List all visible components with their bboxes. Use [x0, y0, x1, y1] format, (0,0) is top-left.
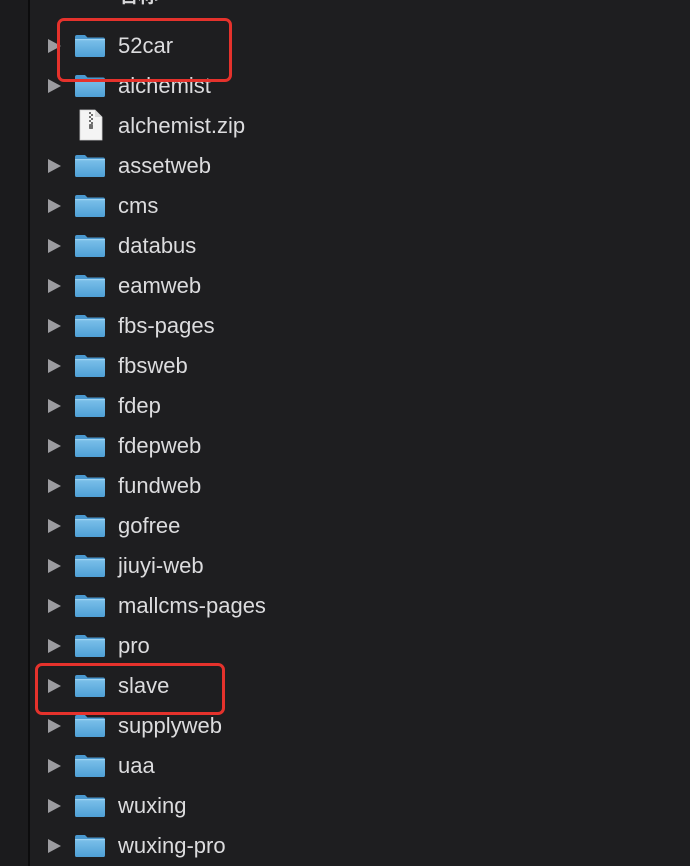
- file-row[interactable]: cms: [30, 185, 690, 225]
- folder-icon: [74, 354, 106, 378]
- file-row[interactable]: alchemist: [30, 65, 690, 105]
- disclosure-triangle-icon[interactable]: [48, 479, 61, 493]
- file-row[interactable]: assetweb: [30, 145, 690, 185]
- folder-icon: [74, 794, 106, 818]
- file-row[interactable]: gofree: [30, 505, 690, 545]
- file-row[interactable]: mallcms-pages: [30, 585, 690, 625]
- file-row[interactable]: slave: [30, 665, 690, 705]
- file-row[interactable]: fbsweb: [30, 345, 690, 385]
- file-name: pro: [118, 633, 150, 658]
- file-row[interactable]: fundweb: [30, 465, 690, 505]
- file-row[interactable]: fbs-pages: [30, 305, 690, 345]
- disclosure-triangle-icon[interactable]: [48, 199, 61, 213]
- file-name: alchemist: [118, 73, 211, 98]
- disclosure-triangle-icon[interactable]: [48, 519, 61, 533]
- disclosure-triangle-icon[interactable]: [48, 239, 61, 253]
- file-row[interactable]: 52car: [30, 25, 690, 65]
- folder-icon: [74, 434, 106, 458]
- column-header[interactable]: 名称 ^: [30, 0, 690, 6]
- folder-icon: [74, 34, 106, 58]
- file-name: assetweb: [118, 153, 211, 178]
- folder-icon: [74, 274, 106, 298]
- folder-icon: [74, 194, 106, 218]
- disclosure-triangle-icon[interactable]: [48, 79, 61, 93]
- disclosure-triangle-icon[interactable]: [48, 159, 61, 173]
- file-list: 52car alchemist alchemist.zip assetweb cms da…: [30, 25, 690, 865]
- disclosure-triangle-icon[interactable]: [48, 599, 61, 613]
- file-row[interactable]: jiuyi-web: [30, 545, 690, 585]
- folder-icon: [74, 154, 106, 178]
- folder-icon: [74, 674, 106, 698]
- file-name: alchemist.zip: [118, 113, 246, 138]
- file-row[interactable]: fdep: [30, 385, 690, 425]
- file-name: gofree: [118, 513, 181, 538]
- folder-icon: [74, 554, 106, 578]
- file-row[interactable]: alchemist.zip: [30, 105, 690, 145]
- disclosure-triangle-icon[interactable]: [48, 319, 61, 333]
- disclosure-triangle-icon[interactable]: [48, 639, 61, 653]
- file-row[interactable]: fdepweb: [30, 425, 690, 465]
- file-row[interactable]: wuxing: [30, 785, 690, 825]
- disclosure-triangle-icon[interactable]: [48, 279, 61, 293]
- file-row[interactable]: databus: [30, 225, 690, 265]
- folder-icon: [74, 474, 106, 498]
- disclosure-triangle-icon[interactable]: [48, 719, 61, 733]
- file-name: eamweb: [118, 273, 202, 298]
- file-name: wuxing: [118, 793, 187, 818]
- disclosure-triangle-icon[interactable]: [48, 559, 61, 573]
- disclosure-triangle-icon[interactable]: [48, 759, 61, 773]
- file-name: fbsweb: [118, 353, 188, 378]
- file-row[interactable]: eamweb: [30, 265, 690, 305]
- file-name: slave: [118, 673, 170, 698]
- file-name: cms: [118, 193, 159, 218]
- file-name: 52car: [118, 33, 174, 58]
- file-name: wuxing-pro: [118, 833, 226, 858]
- file-name: databus: [118, 233, 197, 258]
- folder-icon: [74, 754, 106, 778]
- file-name: uaa: [118, 753, 155, 778]
- disclosure-triangle-icon[interactable]: [48, 679, 61, 693]
- disclosure-triangle-icon[interactable]: [48, 359, 61, 373]
- file-name: fundweb: [118, 473, 202, 498]
- file-name: jiuyi-web: [118, 553, 204, 578]
- folder-icon: [74, 394, 106, 418]
- sidebar-edge: [0, 0, 28, 866]
- folder-icon: [74, 74, 106, 98]
- file-row[interactable]: pro: [30, 625, 690, 665]
- sort-ascending-icon: ^: [172, 0, 180, 6]
- folder-icon: [74, 514, 106, 538]
- folder-icon: [74, 314, 106, 338]
- file-name: mallcms-pages: [118, 593, 266, 618]
- folder-icon: [74, 234, 106, 258]
- file-row[interactable]: wuxing-pro: [30, 825, 690, 865]
- folder-icon: [74, 834, 106, 858]
- file-name: supplyweb: [118, 713, 222, 738]
- file-row[interactable]: uaa: [30, 745, 690, 785]
- disclosure-triangle-icon[interactable]: [48, 439, 61, 453]
- disclosure-triangle-icon[interactable]: [48, 839, 61, 853]
- file-name: fdep: [118, 393, 161, 418]
- file-row[interactable]: supplyweb: [30, 705, 690, 745]
- disclosure-triangle-icon[interactable]: [48, 399, 61, 413]
- folder-icon: [74, 714, 106, 738]
- folder-icon: [74, 634, 106, 658]
- disclosure-triangle-icon[interactable]: [48, 39, 61, 53]
- file-name: fdepweb: [118, 433, 202, 458]
- name-column-header[interactable]: 名称: [118, 0, 158, 6]
- finder-list-view: 名称 ^ 52car alchemist alchemist.zip assetweb…: [0, 0, 690, 866]
- folder-icon: [74, 594, 106, 618]
- disclosure-triangle-icon[interactable]: [48, 799, 61, 813]
- zip-file-icon: [78, 109, 104, 141]
- file-name: fbs-pages: [118, 313, 215, 338]
